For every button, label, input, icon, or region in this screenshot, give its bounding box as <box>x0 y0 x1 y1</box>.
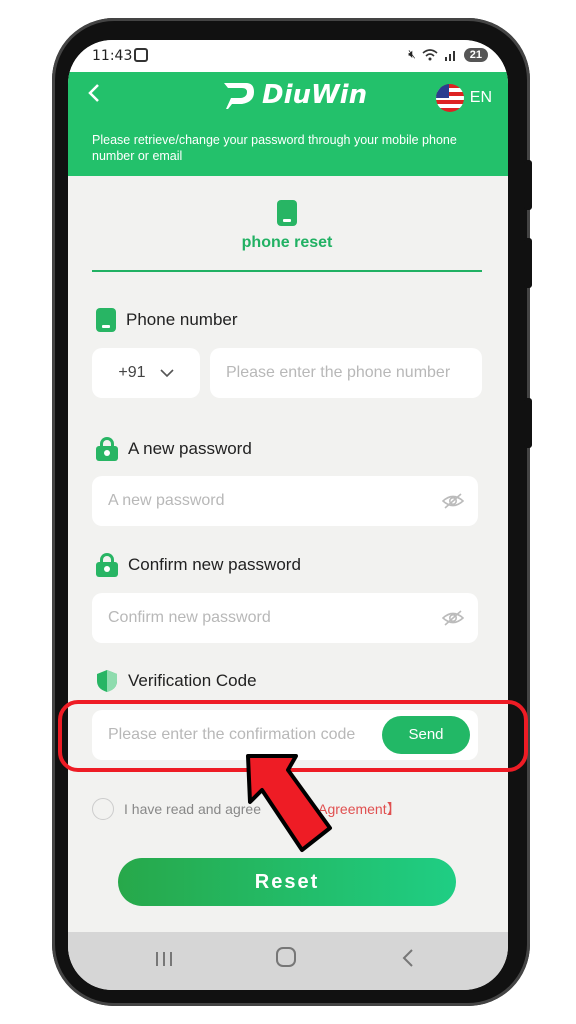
new-password-label-text: A new password <box>128 439 252 458</box>
reset-button[interactable]: Reset <box>118 858 456 906</box>
lock-icon <box>96 553 118 577</box>
brand-mark-icon <box>224 83 254 109</box>
red-arrow-annotation <box>246 754 332 852</box>
new-password-label: A new password <box>96 437 252 461</box>
country-code-select[interactable]: +91 <box>92 348 200 398</box>
status-icons: 🔇︎ 21 <box>408 47 488 62</box>
confirm-password-input[interactable]: Confirm new password <box>92 593 478 643</box>
power-button <box>524 398 532 448</box>
lock-icon <box>96 437 118 461</box>
home-icon <box>276 947 296 967</box>
mute-icon: 🔇︎ <box>408 47 416 61</box>
recent-apps-icon <box>156 952 172 966</box>
agreement-checkbox[interactable] <box>92 798 114 820</box>
new-password-placeholder: A new password <box>108 492 225 509</box>
country-code-value: +91 <box>118 364 146 381</box>
phone-number-input[interactable]: Please enter the phone number <box>210 348 482 398</box>
status-time: 11:43 <box>92 48 133 64</box>
tab-label: phone reset <box>241 234 333 251</box>
back-arrow-icon <box>402 949 413 967</box>
recent-apps-button[interactable] <box>144 946 184 976</box>
brand-logo: DiuWin <box>222 80 367 110</box>
home-button[interactable] <box>266 946 306 976</box>
us-flag-icon <box>435 84 464 112</box>
shield-icon <box>97 670 117 692</box>
phone-icon <box>277 200 297 226</box>
confirm-password-placeholder: Confirm new password <box>108 609 271 626</box>
status-bar: 11:43 🔇︎ 21 <box>68 40 508 72</box>
signal-icon <box>444 50 455 61</box>
wifi-icon <box>422 48 438 60</box>
verification-code-label: Verification Code <box>96 669 257 693</box>
header-description: Please retrieve/change your password thr… <box>92 133 457 163</box>
phone-number-label: Phone number <box>96 308 238 332</box>
screenshot-icon <box>134 48 148 62</box>
app-header: DiuWin EN Please retrieve/change your pa… <box>68 72 508 176</box>
battery-level: 21 <box>463 47 488 62</box>
language-selector[interactable]: EN <box>435 84 492 112</box>
volume-down-button <box>524 238 532 288</box>
confirm-password-label-text: Confirm new password <box>128 555 301 574</box>
confirm-password-label: Confirm new password <box>96 553 301 577</box>
chevron-left-icon <box>88 84 99 102</box>
back-button[interactable] <box>82 82 106 110</box>
phone-number-label-text: Phone number <box>126 310 238 329</box>
system-nav-bar <box>68 932 508 990</box>
verification-code-label-text: Verification Code <box>128 671 257 690</box>
eye-off-icon[interactable] <box>442 609 464 627</box>
back-nav-button[interactable] <box>388 946 428 976</box>
brand-name: DiuWin <box>262 80 368 110</box>
chevron-down-icon <box>159 369 174 378</box>
new-password-input[interactable]: A new password <box>92 476 478 526</box>
tab-underline <box>92 270 482 272</box>
phone-icon <box>96 308 116 332</box>
tab-phone-reset[interactable]: phone reset <box>92 200 482 272</box>
eye-off-icon[interactable] <box>442 492 464 510</box>
volume-up-button <box>524 160 532 210</box>
language-label: EN <box>469 89 492 106</box>
phone-number-placeholder: Please enter the phone number <box>226 364 451 381</box>
